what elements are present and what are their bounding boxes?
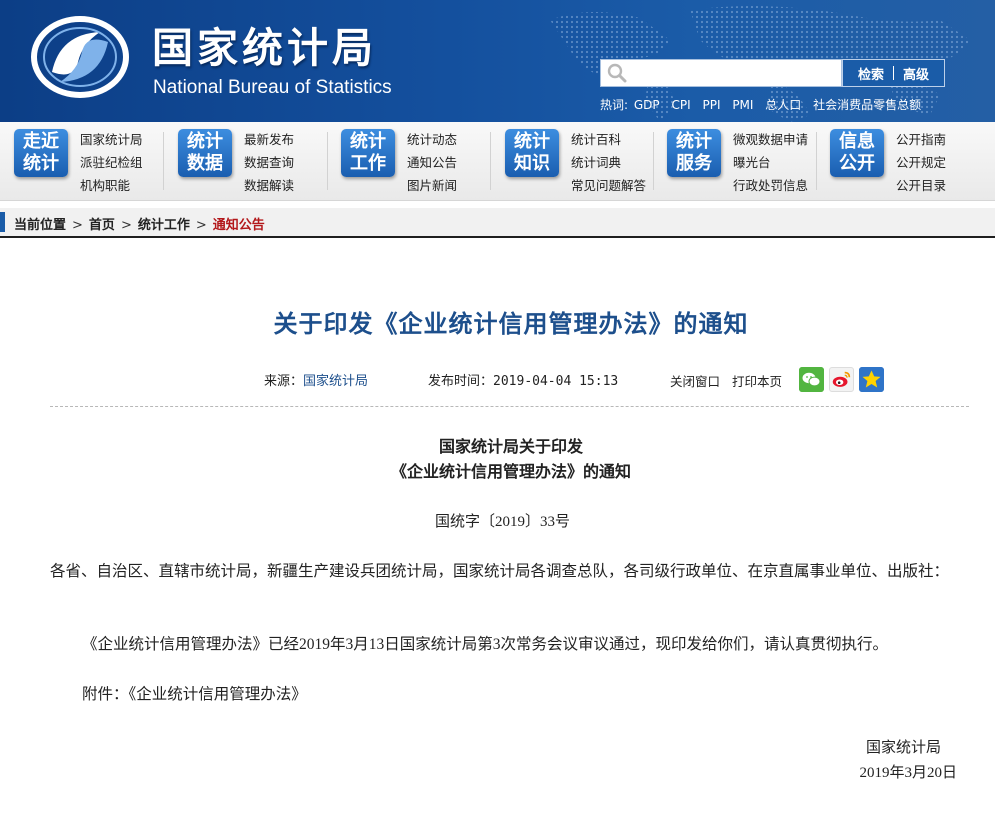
nav-link[interactable]: 公开指南 [896,128,946,151]
article-actions: 关闭窗口 打印本页 [670,371,790,390]
nav-link[interactable]: 机构职能 [80,174,143,197]
site-name-en: National Bureau of Statistics [153,77,392,98]
nav-link[interactable]: 公开目录 [896,174,946,197]
hotword-link[interactable]: CPI [671,98,690,112]
advanced-search-button[interactable]: 高级 [903,64,929,83]
nav-link[interactable]: 公开规定 [896,151,946,174]
chevron-right-icon: > [120,218,132,233]
hotwords: 热词: GDP CPI PPI PMI 总人口 社会消费品零售总额 [600,96,929,113]
time-value: 2019-04-04 15:13 [493,374,619,389]
meta-divider [50,406,969,407]
nav-divider [816,132,817,190]
print-page-link[interactable]: 打印本页 [732,374,782,389]
source-link[interactable]: 国家统计局 [303,374,368,389]
nav-link[interactable]: 数据解读 [244,174,294,197]
hotwords-label: 热词: [600,98,629,112]
doc-heading-line1: 国家统计局关于印发 [438,439,583,456]
nav-link[interactable]: 最新发布 [244,128,294,151]
favorite-icon[interactable] [859,367,884,392]
time-label: 发布时间： [428,374,494,389]
nav-divider [327,132,328,190]
hotword-link[interactable]: GDP [634,98,660,112]
nav-divider [163,132,164,190]
nav-link[interactable]: 派驻纪检组 [80,151,143,174]
nav-link[interactable]: 曝光台 [733,151,808,174]
nav-link[interactable]: 通知公告 [407,151,457,174]
nav-badge-about[interactable]: 走近 统计 [14,129,68,177]
signature-org: 国家统计局 [865,740,941,756]
nav-badge-work[interactable]: 统计 工作 [341,129,395,177]
hotword-link[interactable]: PMI [732,98,753,112]
nav-link[interactable]: 统计词典 [571,151,646,174]
nav-link[interactable]: 统计动态 [407,128,457,151]
breadcrumb-label: 当前位置 [14,218,67,233]
nav-link[interactable]: 数据查询 [244,151,294,174]
chevron-right-icon: > [72,218,83,233]
close-window-link[interactable]: 关闭窗口 [670,374,720,389]
paragraph-attachment[interactable]: 附件：《企业统计信用管理办法》 [82,682,307,708]
article-source: 来源：国家统计局 [264,370,368,389]
paragraph-body: 《企业统计信用管理办法》已经2019年3月13日国家统计局第3次常务会议审议通过… [82,636,889,653]
breadcrumb-current[interactable]: 通知公告 [213,218,265,233]
search-button[interactable]: 检索 [858,64,884,83]
signature-date: 2019年3月20日 [859,765,957,781]
doc-number: 国统字〔2019〕33号 [434,514,570,530]
breadcrumb-marker [0,212,5,232]
weibo-icon[interactable] [829,367,854,392]
hotword-link[interactable]: PPI [702,98,720,112]
search-icon [607,63,627,83]
search-input[interactable] [631,62,841,86]
nav-divider [490,132,491,190]
breadcrumb-home[interactable]: 首页 [89,218,115,233]
nav-badge-knowledge[interactable]: 统计 知识 [505,129,559,177]
nav-link[interactable]: 微观数据申请 [733,128,808,151]
nav-badge-disclosure[interactable]: 信息 公开 [830,129,884,177]
nav-link[interactable]: 行政处罚信息 [733,174,808,197]
source-label: 来源： [264,374,304,389]
site-name-cn: 国家统计局 [152,24,377,72]
hotword-link[interactable]: 社会消费品零售总额 [813,98,921,112]
article-time: 发布时间：2019-04-04 15:13 [428,370,618,389]
nbs-logo [31,16,129,98]
nav-link[interactable]: 统计百科 [571,128,646,151]
hotword-link[interactable]: 总人口 [765,98,801,112]
breadcrumb: 当前位置 > 首页 > 统计工作 > 通知公告 [0,208,995,238]
article-title: 关于印发《企业统计信用管理办法》的通知 [273,310,749,338]
search-buttons: 检索 高级 [842,59,945,87]
nav-link[interactable]: 图片新闻 [407,174,457,197]
breadcrumb-section[interactable]: 统计工作 [138,218,190,233]
doc-heading-line2: 《企业统计信用管理办法》的通知 [390,464,631,481]
nav-badge-service[interactable]: 统计 服务 [667,129,721,177]
nav-divider [653,132,654,190]
paragraph-recipients: 各省、自治区、直辖市统计局，新疆生产建设兵团统计局，国家统计局各调查总队，各司级… [50,563,950,580]
search-separator [893,66,894,80]
nav-badge-data[interactable]: 统计 数据 [178,129,232,177]
main-nav: 走近 统计 国家统计局 派驻纪检组 机构职能 统计 数据 最新发布 数据查询 数据解… [0,122,995,201]
search-box [600,59,842,87]
site-header: 国家统计局 National Bureau of Statistics 检索 高… [0,0,995,122]
wechat-icon[interactable] [799,367,824,392]
nav-link[interactable]: 国家统计局 [80,128,143,151]
nav-link[interactable]: 常见问题解答 [571,174,646,197]
chevron-right-icon: > [195,218,207,233]
